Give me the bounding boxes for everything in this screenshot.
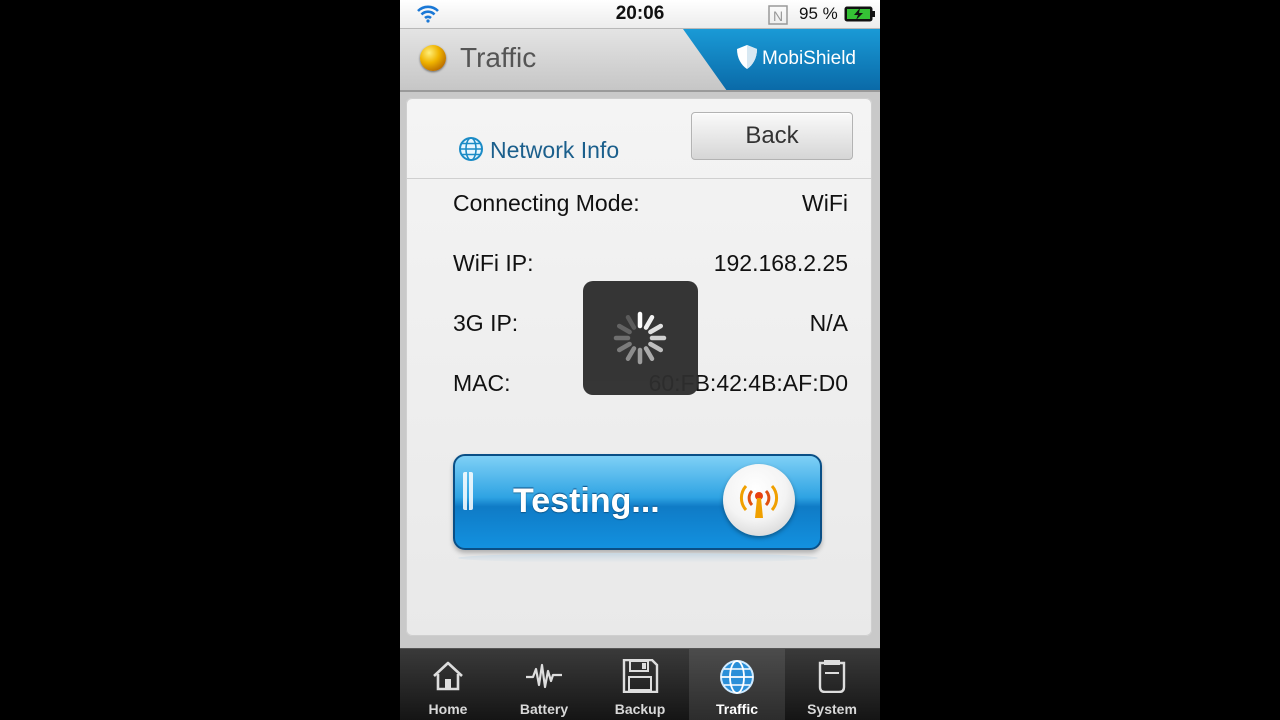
tab-battery[interactable]: Battery	[496, 649, 592, 720]
tab-home[interactable]: Home	[400, 649, 496, 720]
button-reflection	[458, 553, 818, 563]
pulse-icon	[526, 663, 562, 689]
floppy-disk-icon	[622, 659, 659, 693]
globe-icon	[459, 137, 483, 161]
tab-traffic[interactable]: Traffic	[689, 649, 785, 720]
shield-icon	[737, 45, 757, 69]
tab-bar: Home Battery Backup Traffic System	[400, 648, 880, 720]
tab-label: Backup	[614, 701, 666, 717]
divider	[406, 178, 872, 179]
info-label: WiFi IP:	[453, 250, 534, 276]
info-label: MAC:	[453, 370, 511, 396]
battery-percent: 95 %	[799, 4, 838, 23]
testing-button[interactable]: Testing...	[453, 454, 822, 550]
svg-text:N: N	[773, 8, 783, 24]
tab-label: Home	[428, 701, 468, 717]
info-label: 3G IP:	[453, 310, 519, 336]
info-value: 192.168.2.25	[713, 250, 848, 276]
brand-name: MobiShield	[762, 48, 856, 69]
globe-icon	[720, 660, 754, 694]
testing-label: Testing...	[513, 482, 660, 520]
info-value: N/A	[809, 310, 848, 336]
tab-label: System	[807, 701, 857, 717]
tab-backup[interactable]: Backup	[592, 649, 688, 720]
phone-icon	[818, 660, 846, 693]
battery-charging-icon	[844, 6, 875, 22]
antenna-signal-icon	[739, 485, 779, 518]
phone-screen: 20:06 N 95 % Traffic MobiShield Network …	[400, 0, 880, 720]
status-bar: 20:06 N 95 %	[400, 0, 880, 29]
status-orb-icon	[420, 45, 446, 71]
loading-overlay	[583, 281, 698, 395]
info-value: WiFi	[802, 190, 848, 216]
nfc-icon: N	[768, 5, 788, 25]
loading-spinner-icon	[613, 311, 667, 365]
back-button[interactable]: Back	[691, 112, 853, 160]
tab-label: Battery	[519, 701, 569, 717]
app-header: Traffic MobiShield	[400, 29, 880, 92]
page-title: Traffic	[460, 42, 537, 73]
info-row-wifi-ip: WiFi IP: 192.168.2.25	[453, 250, 848, 277]
tab-system[interactable]: System	[784, 649, 880, 720]
antenna-badge	[723, 464, 795, 536]
section-title: Network Info	[490, 137, 620, 163]
info-row-connecting-mode: Connecting Mode: WiFi	[453, 190, 848, 217]
tab-label: Traffic	[715, 701, 758, 717]
button-glint	[463, 472, 473, 510]
info-label: Connecting Mode:	[453, 190, 640, 216]
home-icon	[433, 661, 463, 691]
